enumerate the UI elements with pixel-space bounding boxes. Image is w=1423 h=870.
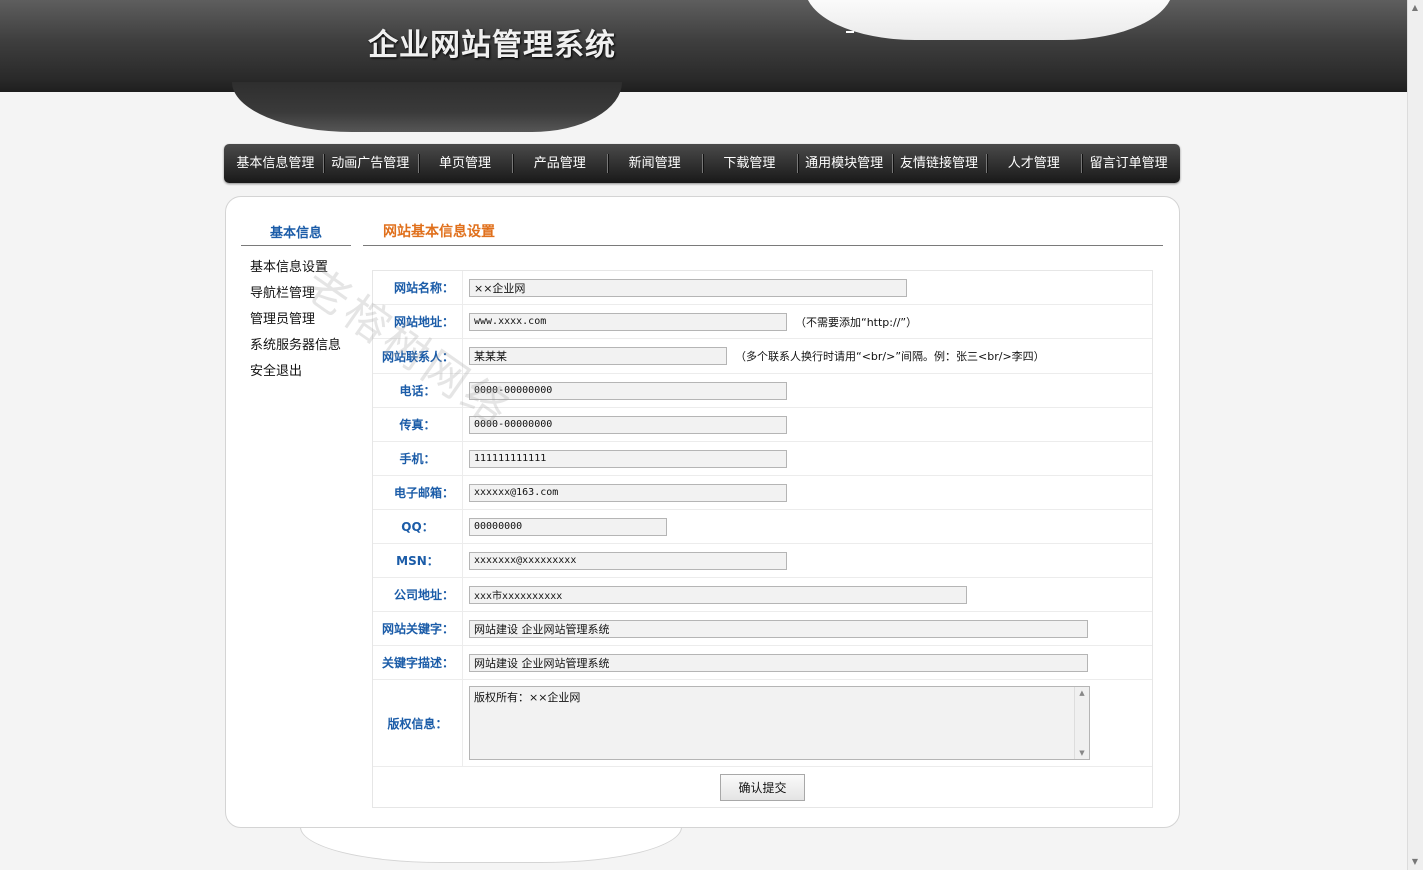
msn-input[interactable] xyxy=(469,551,787,570)
description-input[interactable] xyxy=(469,653,1088,672)
nav-item-friend-links[interactable]: 友情链接管理 xyxy=(891,144,987,183)
nav-item-products[interactable]: 产品管理 xyxy=(512,144,607,183)
copyright-textarea[interactable]: 版权所有：××企业网 xyxy=(469,686,1090,760)
address-label: 公司地址： xyxy=(373,578,463,611)
fax-label: 传真： xyxy=(373,408,463,441)
contact-label: 网站联系人： xyxy=(373,339,463,373)
nav-item-talent[interactable]: 人才管理 xyxy=(986,144,1081,183)
sidebar-divider xyxy=(241,245,351,246)
header-band: 企业网站管理系统 xyxy=(0,0,1423,92)
site-name-input[interactable] xyxy=(469,278,907,297)
qq-label: QQ： xyxy=(373,510,463,543)
description-label: 关键字描述： xyxy=(373,646,463,679)
copyright-field: 版权所有：××企业网 ▲ ▼ xyxy=(469,686,1090,760)
form-row: 版权信息： 版权所有：××企业网 ▲ ▼ xyxy=(373,680,1152,767)
page-title: 网站基本信息设置 xyxy=(383,224,495,240)
address-input[interactable] xyxy=(469,585,967,604)
qq-input[interactable] xyxy=(469,517,667,536)
form-actions: 确认提交 xyxy=(373,767,1152,807)
form-row: 网站名称： xyxy=(373,271,1152,305)
site-url-input[interactable] xyxy=(469,312,787,331)
email-input[interactable] xyxy=(469,483,787,502)
form-row: MSN： xyxy=(373,544,1152,578)
page-scrollbar[interactable]: ▲ ▼ xyxy=(1407,0,1423,870)
scroll-up-icon[interactable]: ▲ xyxy=(1407,0,1423,16)
phone-input[interactable] xyxy=(469,381,787,400)
textarea-scrollbar[interactable]: ▲ ▼ xyxy=(1074,687,1089,759)
msn-label: MSN： xyxy=(373,544,463,577)
sidebar-menu: 基本信息设置 导航栏管理 管理员管理 系统服务器信息 安全退出 xyxy=(250,259,341,389)
form-row: 网站关键字： xyxy=(373,612,1152,646)
nav-item-news[interactable]: 新闻管理 xyxy=(607,144,702,183)
form-row: 电话： xyxy=(373,374,1152,408)
fax-input[interactable] xyxy=(469,415,787,434)
nav-item-basic-info[interactable]: 基本信息管理 xyxy=(228,144,323,183)
nav-item-general-modules[interactable]: 通用模块管理 xyxy=(796,144,892,183)
keywords-label: 网站关键字： xyxy=(373,612,463,645)
site-url-hint: （不需要添加“http://”） xyxy=(795,315,918,329)
header-decoration xyxy=(805,0,1173,40)
site-settings-form: 网站名称： 网站地址： （不需要添加“http://”） 网站联系人： （多个联… xyxy=(372,270,1153,808)
mobile-input[interactable] xyxy=(469,449,787,468)
submit-button[interactable]: 确认提交 xyxy=(720,773,805,801)
sidebar-title: 基本信息 xyxy=(269,226,322,241)
header-tab-decoration xyxy=(232,82,622,132)
chevron-up-icon[interactable]: ▲ xyxy=(1075,689,1089,697)
chevron-down-icon[interactable]: ▼ xyxy=(1075,749,1089,757)
sidebar-item-admins[interactable]: 管理员管理 xyxy=(250,311,341,337)
header-decoration-dash xyxy=(846,31,854,33)
sidebar-item-server-info[interactable]: 系统服务器信息 xyxy=(250,337,341,363)
site-url-label: 网站地址： xyxy=(373,305,463,338)
panel-foot-decoration xyxy=(300,826,682,863)
phone-label: 电话： xyxy=(373,374,463,407)
contact-hint: （多个联系人换行时请用“<br/>”间隔。例：张三<br/>李四） xyxy=(735,350,1045,363)
form-row: 手机： xyxy=(373,442,1152,476)
sidebar-item-basic-settings[interactable]: 基本信息设置 xyxy=(250,259,341,285)
title-divider xyxy=(363,245,1163,246)
sidebar-item-logout[interactable]: 安全退出 xyxy=(250,363,341,389)
nav-item-flash-ads[interactable]: 动画广告管理 xyxy=(322,144,418,183)
form-row: 网站地址： （不需要添加“http://”） xyxy=(373,305,1152,339)
form-row: 关键字描述： xyxy=(373,646,1152,680)
site-name-label: 网站名称： xyxy=(373,271,463,304)
mobile-label: 手机： xyxy=(373,442,463,475)
site-title: 企业网站管理系统 xyxy=(368,28,616,63)
copyright-label: 版权信息： xyxy=(373,680,463,766)
form-row: 网站联系人： （多个联系人换行时请用“<br/>”间隔。例：张三<br/>李四） xyxy=(373,339,1152,374)
scroll-down-icon[interactable]: ▼ xyxy=(1407,854,1423,870)
sidebar-item-navbar[interactable]: 导航栏管理 xyxy=(250,285,341,311)
contact-input[interactable] xyxy=(469,347,727,365)
form-row: QQ： xyxy=(373,510,1152,544)
keywords-input[interactable] xyxy=(469,619,1088,638)
email-label: 电子邮箱： xyxy=(373,476,463,509)
nav-item-single-page[interactable]: 单页管理 xyxy=(417,144,513,183)
nav-item-downloads[interactable]: 下载管理 xyxy=(701,144,797,183)
nav-item-messages-orders[interactable]: 留言订单管理 xyxy=(1081,144,1176,183)
main-nav: 基本信息管理 动画广告管理 单页管理 产品管理 新闻管理 下载管理 通用模块管理… xyxy=(224,144,1180,183)
form-row: 公司地址： xyxy=(373,578,1152,612)
form-row: 传真： xyxy=(373,408,1152,442)
form-row: 电子邮箱： xyxy=(373,476,1152,510)
